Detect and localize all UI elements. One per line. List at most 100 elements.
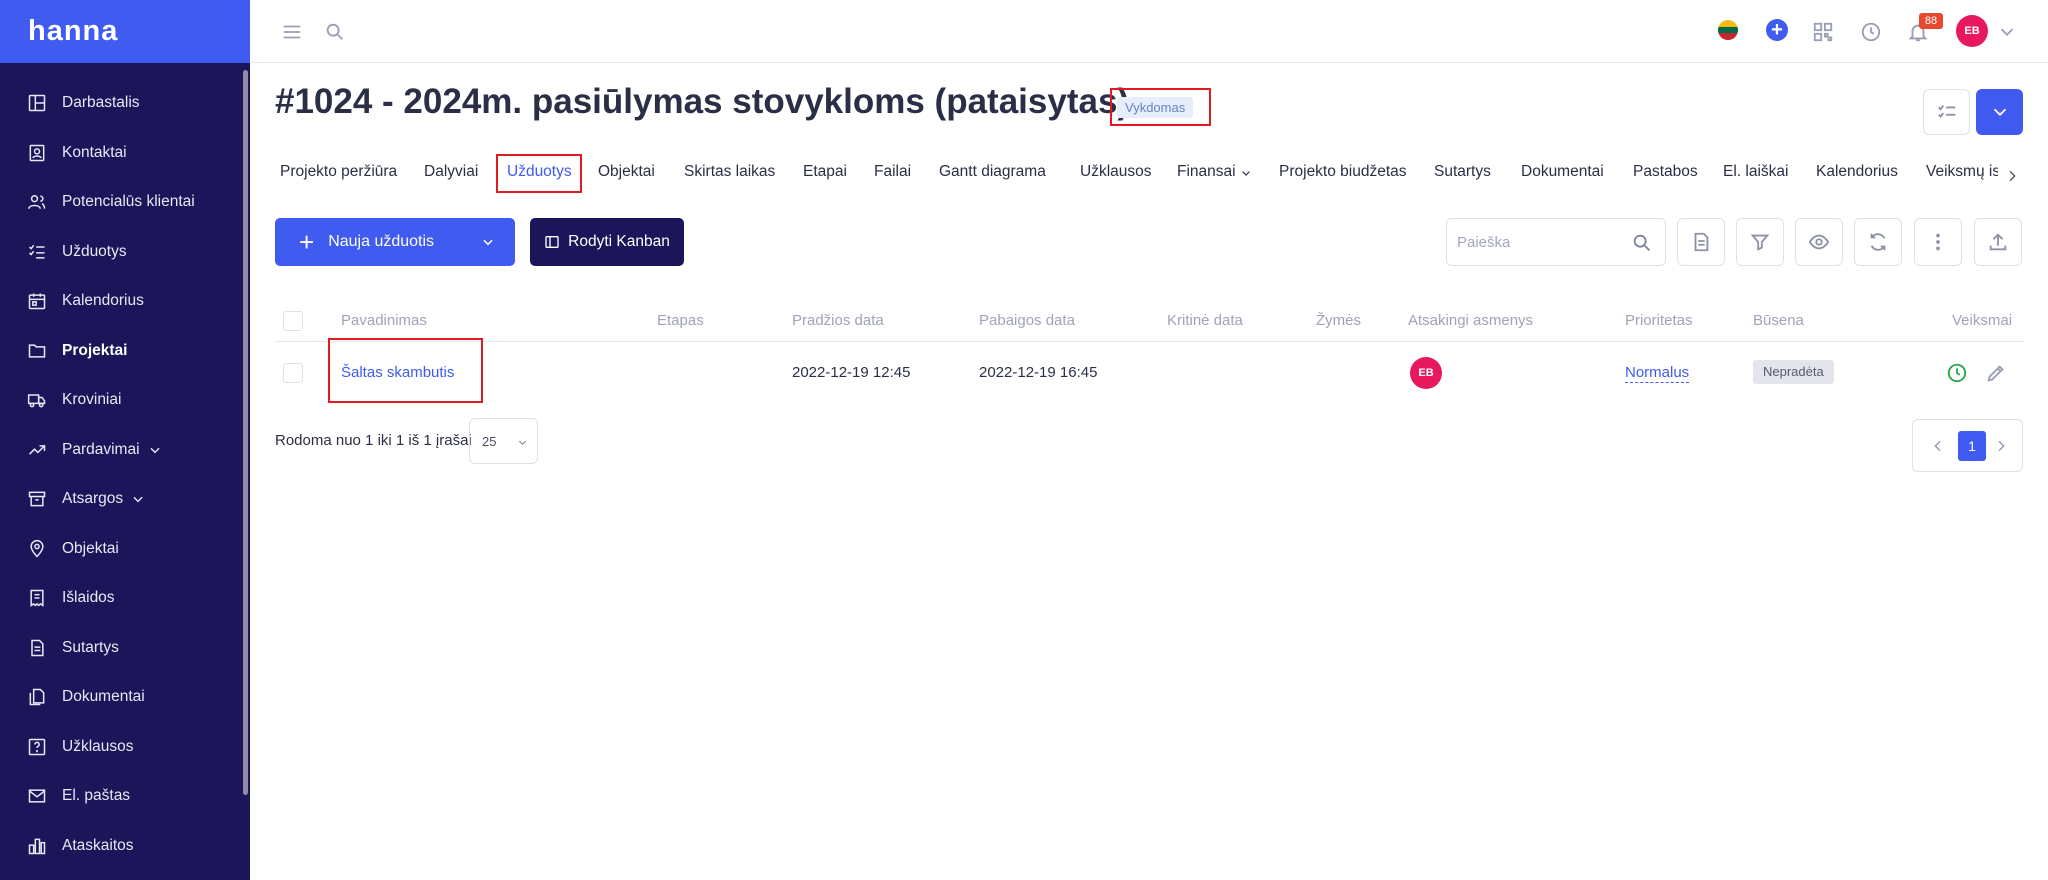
column-header[interactable]: Prioritetas [1625,312,1693,329]
tab-failai[interactable]: Failai [874,163,911,181]
refresh-button[interactable] [1854,218,1902,266]
sidebar-item-objektai[interactable]: Objektai [0,529,246,569]
archive-icon [27,489,47,509]
sidebar-item-kontaktai[interactable]: Kontaktai [0,133,246,173]
more-options-button[interactable] [1914,218,1962,266]
tab-veiksmu-istorija[interactable]: Veiksmų is [1926,163,1998,181]
column-header[interactable]: Atsakingi asmenys [1408,312,1533,329]
page-title: #1024 - 2024m. pasiūlymas stovykloms (pa… [275,82,1130,121]
sidebar-item-label: Užklausos [62,738,134,755]
search-input[interactable] [1457,231,1617,253]
pagination-info: Rodoma nuo 1 iki 1 iš 1 įrašai [275,432,472,449]
qr-code-icon[interactable] [1811,20,1835,44]
page-size-value: 25 [482,434,497,449]
tab-pastabos[interactable]: Pastabos [1633,163,1698,181]
tab-finansai[interactable]: Finansai [1177,163,1252,181]
tab-sutartys[interactable]: Sutartys [1434,163,1491,181]
column-header[interactable]: Pradžios data [792,312,884,329]
chevron-right-icon[interactable] [2004,168,2020,184]
status-badge[interactable]: Vykdomas [1117,97,1194,118]
page-number-button[interactable]: 1 [1958,431,1986,461]
tab-uzduotys[interactable]: Užduotys [507,163,572,181]
project-tabs: Projekto peržiūra Dalyviai Užduotys Obje… [250,158,2040,190]
new-task-button[interactable]: + Nauja užduotis [275,218,515,266]
chevron-left-icon[interactable] [1930,438,1946,454]
sidebar-item-atsargos[interactable]: Atsargos [0,479,246,519]
tab-etapai[interactable]: Etapai [803,163,847,181]
sidebar-item-islaidos[interactable]: Išlaidos [0,578,246,618]
top-bar: + 88 EB [250,0,2048,63]
sidebar-item-kroviniai[interactable]: Kroviniai [0,380,246,420]
add-circle-icon[interactable]: + [1766,19,1788,41]
eye-icon [1808,234,1830,250]
user-avatar[interactable]: EB [1956,15,1988,47]
chevron-right-icon[interactable] [1993,438,2009,454]
export-file-button[interactable] [1677,218,1725,266]
sidebar-item-kalendorius[interactable]: Kalendorius [0,281,246,321]
tab-uzklausos[interactable]: Užklausos [1080,163,1152,181]
tab-projekto-biudzetas[interactable]: Projekto biudžetas [1279,163,1407,181]
sidebar-item-ataskaitos[interactable]: Ataskaitos [0,826,246,866]
trend-icon [27,440,47,460]
edit-pencil-icon[interactable] [1985,362,2007,384]
show-kanban-button[interactable]: Rodyti Kanban [530,218,684,266]
sidebar-item-potencialus-klientai[interactable]: Potencialūs klientai [0,182,246,222]
sidebar-item-label: Ataskaitos [62,837,134,854]
lithuania-flag-icon[interactable] [1718,20,1738,40]
clock-icon[interactable] [1859,20,1883,44]
sidebar-item-dokumentai[interactable]: Dokumentai [0,677,246,717]
tab-dokumentai[interactable]: Dokumentai [1521,163,1604,181]
tab-kalendorius[interactable]: Kalendorius [1816,163,1898,181]
brand-logo[interactable]: hanna [0,0,250,63]
page-size-select[interactable]: 25 [469,418,538,464]
filter-button[interactable] [1736,218,1784,266]
tab-projekto-perziura[interactable]: Projekto peržiūra [280,163,397,181]
search-icon[interactable] [323,20,347,44]
column-header[interactable]: Etapas [657,312,704,329]
chevron-down-icon [517,436,528,447]
chevron-down-icon[interactable] [481,235,495,249]
sidebar-item-projektai[interactable]: Projektai [0,331,246,371]
sidebar-item-pardavimai[interactable]: Pardavimai [0,430,246,470]
tab-gantt-diagrama[interactable]: Gantt diagrama [939,163,1046,181]
sidebar-item-sutartys[interactable]: Sutartys [0,628,246,668]
sidebar-item-uzduotys[interactable]: Užduotys [0,232,246,272]
contacts-icon [27,143,47,163]
task-name-link[interactable]: Šaltas skambutis [341,364,454,381]
more-actions-dropdown-button[interactable] [1976,89,2023,135]
search-icon[interactable] [1631,232,1653,254]
tab-objektai[interactable]: Objektai [598,163,655,181]
column-header: Veiksmai [1952,312,2013,329]
sidebar-item-darbastalis[interactable]: Darbastalis [0,83,246,123]
chevron-down-icon[interactable] [1995,20,2019,44]
column-header[interactable]: Kritinė data [1167,312,1243,329]
menu-icon[interactable] [280,20,304,44]
sidebar-item-uzklausos[interactable]: Užklausos [0,727,246,767]
sidebar-item-label: Užduotys [62,243,127,260]
pagination: 1 [1912,419,2023,472]
sidebar-item-el-pastas[interactable]: El. paštas [0,776,246,816]
sidebar-item-label: Darbastalis [62,94,140,111]
file-icon [1694,232,1709,252]
assignee-avatar[interactable]: EB [1410,357,1442,389]
column-header[interactable]: Būsena [1753,312,1804,329]
column-header[interactable]: Žymės [1316,312,1361,329]
app-root: hanna Darbastalis Kontaktai Potencialūs … [0,0,2048,880]
tab-skirtas-laikas[interactable]: Skirtas laikas [684,163,775,181]
column-header[interactable]: Pabaigos data [979,312,1075,329]
row-checkbox[interactable] [283,363,303,383]
clock-icon[interactable] [1946,362,1968,384]
sidebar-item-label: Potencialūs klientai [62,193,195,210]
checklist-button[interactable] [1923,89,1970,135]
column-header[interactable]: Pavadinimas [341,312,427,329]
sidebar-item-label: Atsargos [62,490,124,507]
chevron-down-icon [131,492,145,506]
upload-button[interactable] [1974,218,2022,266]
tab-dalyviai[interactable]: Dalyviai [424,163,478,181]
tab-el-laiskai[interactable]: El. laiškai [1723,163,1788,181]
select-all-checkbox[interactable] [283,311,303,331]
chevron-down-icon [148,443,162,457]
column-visibility-button[interactable] [1795,218,1843,266]
task-priority[interactable]: Normalus [1625,364,1690,383]
sidebar-item-label: Objektai [62,540,119,557]
